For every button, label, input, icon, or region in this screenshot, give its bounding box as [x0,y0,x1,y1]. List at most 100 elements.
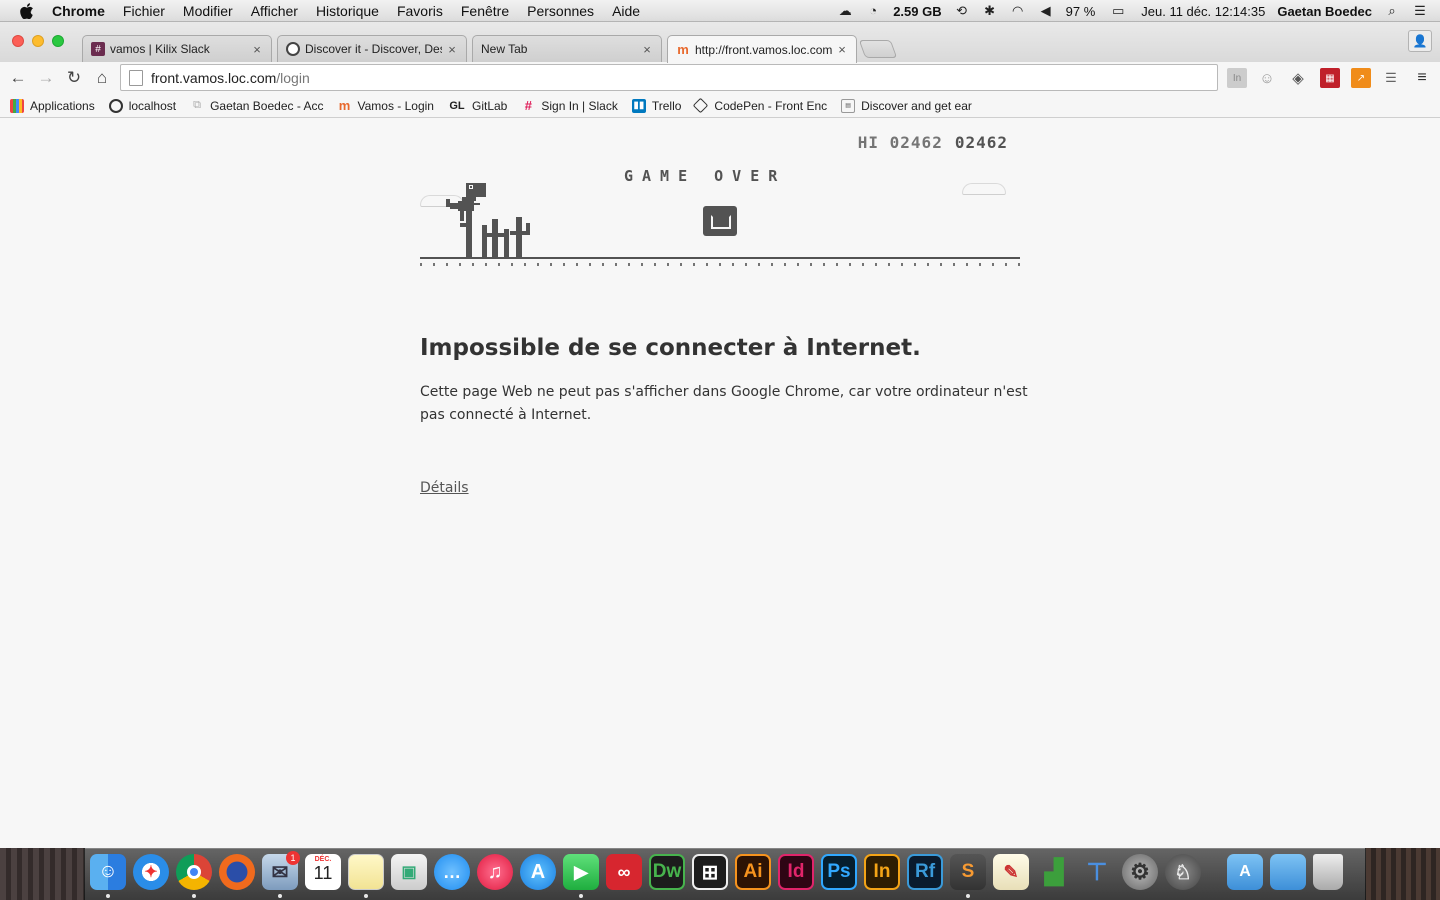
layers-extension-icon[interactable]: ◈ [1288,68,1308,88]
keynote-icon[interactable]: ⊤ [1079,854,1115,890]
current-score: 02462 [954,133,1008,152]
spotlight-search-icon[interactable]: ⌕ [1384,4,1400,18]
applications-folder-icon[interactable]: A [1227,854,1263,890]
photoshop-icon[interactable]: Ps [821,854,857,890]
textedit-icon[interactable]: ✎ [993,854,1029,890]
linkedin-extension-icon[interactable]: In [1227,68,1247,88]
game-over-text: GAME OVER [624,167,787,185]
creative-cloud-icon[interactable]: ∞ [606,854,642,890]
volume-icon[interactable]: ◀ [1038,4,1054,18]
finder-icon[interactable]: ☺ [90,854,126,890]
menu-modifier[interactable]: Modifier [183,3,233,19]
documents-folder-icon[interactable] [1270,854,1306,890]
tab-close-icon[interactable]: × [641,42,653,57]
apple-menu-icon[interactable] [16,0,38,22]
address-bar[interactable]: front.vamos.loc.com/login [120,64,1218,91]
ghostery-extension-icon[interactable]: ☺ [1257,68,1277,88]
bookmark-localhost[interactable]: localhost [108,98,176,113]
calendar-icon[interactable]: DÉC. 11 [305,854,341,890]
bookmark-codepen[interactable]: CodePen - Front Enc [693,97,828,114]
menu-personnes[interactable]: Personnes [527,3,594,19]
bookmark-applications[interactable]: Applications [10,98,95,113]
time-machine-icon[interactable]: ⟲ [954,4,970,18]
edge-icon[interactable]: ⊞ [692,854,728,890]
illustrator-icon[interactable]: Ai [735,854,771,890]
bookmark-slack[interactable]: # Sign In | Slack [521,98,618,113]
back-arrow-icon[interactable]: ← [4,64,32,92]
tab-new-tab[interactable]: New Tab × [472,35,662,62]
details-link[interactable]: Détails [420,480,469,496]
bookmark-vamos-login[interactable]: m Vamos - Login [338,98,434,113]
battery-icon[interactable]: ▭ [1107,4,1129,18]
bookmark-gitlab[interactable]: GL GitLab [448,99,507,113]
tab-close-icon[interactable]: × [251,42,263,57]
preview-icon[interactable]: ▣ [391,854,427,890]
reflector-icon[interactable]: Rf [907,854,943,890]
home-icon[interactable]: ⌂ [88,64,116,92]
battery-percent[interactable]: 97 % [1066,4,1096,19]
dino-game[interactable]: HI 02462 02462 GAME OVER [420,133,1020,273]
close-window-button[interactable] [12,35,24,47]
numbers-icon[interactable]: ▟ [1036,854,1072,890]
betalist-icon: ▤ [841,98,856,113]
messages-icon[interactable]: … [434,854,470,890]
kiwi-icon[interactable]: ♘ [1165,854,1201,890]
menu-historique[interactable]: Historique [316,3,379,19]
memory-indicator[interactable]: 2.59 GB [893,4,941,19]
incopy-icon[interactable]: In [864,854,900,890]
analytics-extension-icon[interactable]: ↗ [1351,68,1371,88]
trash-icon[interactable] [1313,854,1343,890]
system-preferences-icon[interactable]: ⚙ [1122,854,1158,890]
safari-icon[interactable]: ✦ [133,854,169,890]
window-resizer-extension-icon[interactable]: ☰ [1381,68,1401,88]
app-store-icon[interactable]: A [520,854,556,890]
pinboard-extension-icon[interactable]: ▦ [1320,68,1340,88]
tab-discover[interactable]: Discover it - Discover, Desi × [277,35,467,62]
reload-icon[interactable]: ↻ [60,64,88,92]
dreamweaver-icon[interactable]: Dw [649,854,685,890]
sublime-icon[interactable]: S [950,854,986,890]
memory-clean-icon[interactable]: ◔ [865,4,881,18]
tab-slack[interactable]: # vamos | Kilix Slack × [82,35,272,62]
firefox-icon[interactable] [219,854,255,890]
notes-icon[interactable] [348,854,384,890]
github-icon [108,98,123,113]
minimize-window-button[interactable] [32,35,44,47]
bluetooth-icon[interactable]: ✱ [982,4,998,18]
notification-center-icon[interactable]: ☰ [1412,4,1428,18]
creative-cloud-status-icon[interactable]: ☁ [837,4,853,18]
menu-afficher[interactable]: Afficher [251,3,298,19]
user-name[interactable]: Gaetan Boedec [1277,4,1372,19]
facetime-icon[interactable]: ▶ [563,854,599,890]
menu-fichier[interactable]: Fichier [123,3,165,19]
chrome-menu-icon[interactable]: ≡ [1412,68,1432,88]
cactus-arm [526,223,530,235]
menu-fenetre[interactable]: Fenêtre [461,3,509,19]
bookmark-gaetan-boedec[interactable]: ⧉ Gaetan Boedec - Acc [190,99,323,113]
chrome-icon[interactable] [176,854,212,890]
running-indicator [192,894,196,898]
forward-arrow-icon[interactable]: → [32,64,60,92]
bookmark-discover[interactable]: ▤ Discover and get ear [841,98,972,113]
clock[interactable]: Jeu. 11 déc. 12:14:35 [1141,4,1265,19]
tab-vamos-active[interactable]: m http://front.vamos.loc.com/ × [667,35,857,63]
tab-close-icon[interactable]: × [446,42,458,57]
zoom-window-button[interactable] [52,35,64,47]
cactus-icon [504,229,509,259]
wifi-icon[interactable]: ◠ [1010,4,1026,18]
profile-icon[interactable]: 👤 [1408,30,1432,52]
bookmark-label: CodePen - Front Enc [714,98,828,113]
calendar-day: 11 [313,863,333,883]
menu-favoris[interactable]: Favoris [397,3,443,19]
slack-icon: # [524,98,532,113]
tab-label: vamos | Kilix Slack [110,42,210,56]
bookmark-trello[interactable]: ▮▮ Trello [631,98,681,113]
indesign-icon[interactable]: Id [778,854,814,890]
new-tab-button[interactable] [858,40,898,58]
bookmark-label: Discover and get ear [861,98,972,113]
menu-app-name[interactable]: Chrome [52,3,105,19]
menu-aide[interactable]: Aide [612,3,640,19]
itunes-icon[interactable]: ♫ [477,854,513,890]
restart-button[interactable] [703,206,737,236]
tab-close-icon[interactable]: × [836,42,848,57]
